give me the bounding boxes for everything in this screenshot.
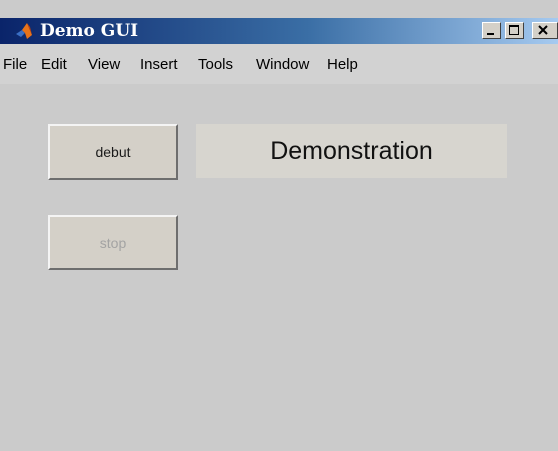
- stop-button[interactable]: stop: [48, 215, 178, 270]
- menu-insert[interactable]: Insert: [140, 56, 178, 74]
- demonstration-text: Demonstration: [196, 124, 507, 178]
- close-icon: [538, 25, 548, 35]
- menu-window[interactable]: Window: [256, 56, 309, 74]
- maximize-icon: [509, 25, 519, 35]
- minimize-icon: [487, 33, 494, 35]
- title-bar[interactable]: Demo GUI: [0, 18, 558, 44]
- menu-help[interactable]: Help: [327, 56, 358, 74]
- menu-edit[interactable]: Edit: [41, 56, 67, 74]
- matlab-logo-icon: [14, 21, 36, 41]
- menu-bar: File Edit View Insert Tools Window Help: [0, 44, 558, 84]
- close-button[interactable]: [532, 22, 558, 39]
- window-title: Demo GUI: [40, 21, 139, 41]
- menu-view[interactable]: View: [88, 56, 120, 74]
- maximize-button[interactable]: [505, 22, 524, 39]
- debut-button[interactable]: debut: [48, 124, 178, 180]
- minimize-button[interactable]: [482, 22, 501, 39]
- menu-tools[interactable]: Tools: [198, 56, 233, 74]
- menu-file[interactable]: File: [3, 56, 27, 74]
- demo-gui-window: Demo GUI File Edit View Insert Tools Win…: [0, 0, 558, 451]
